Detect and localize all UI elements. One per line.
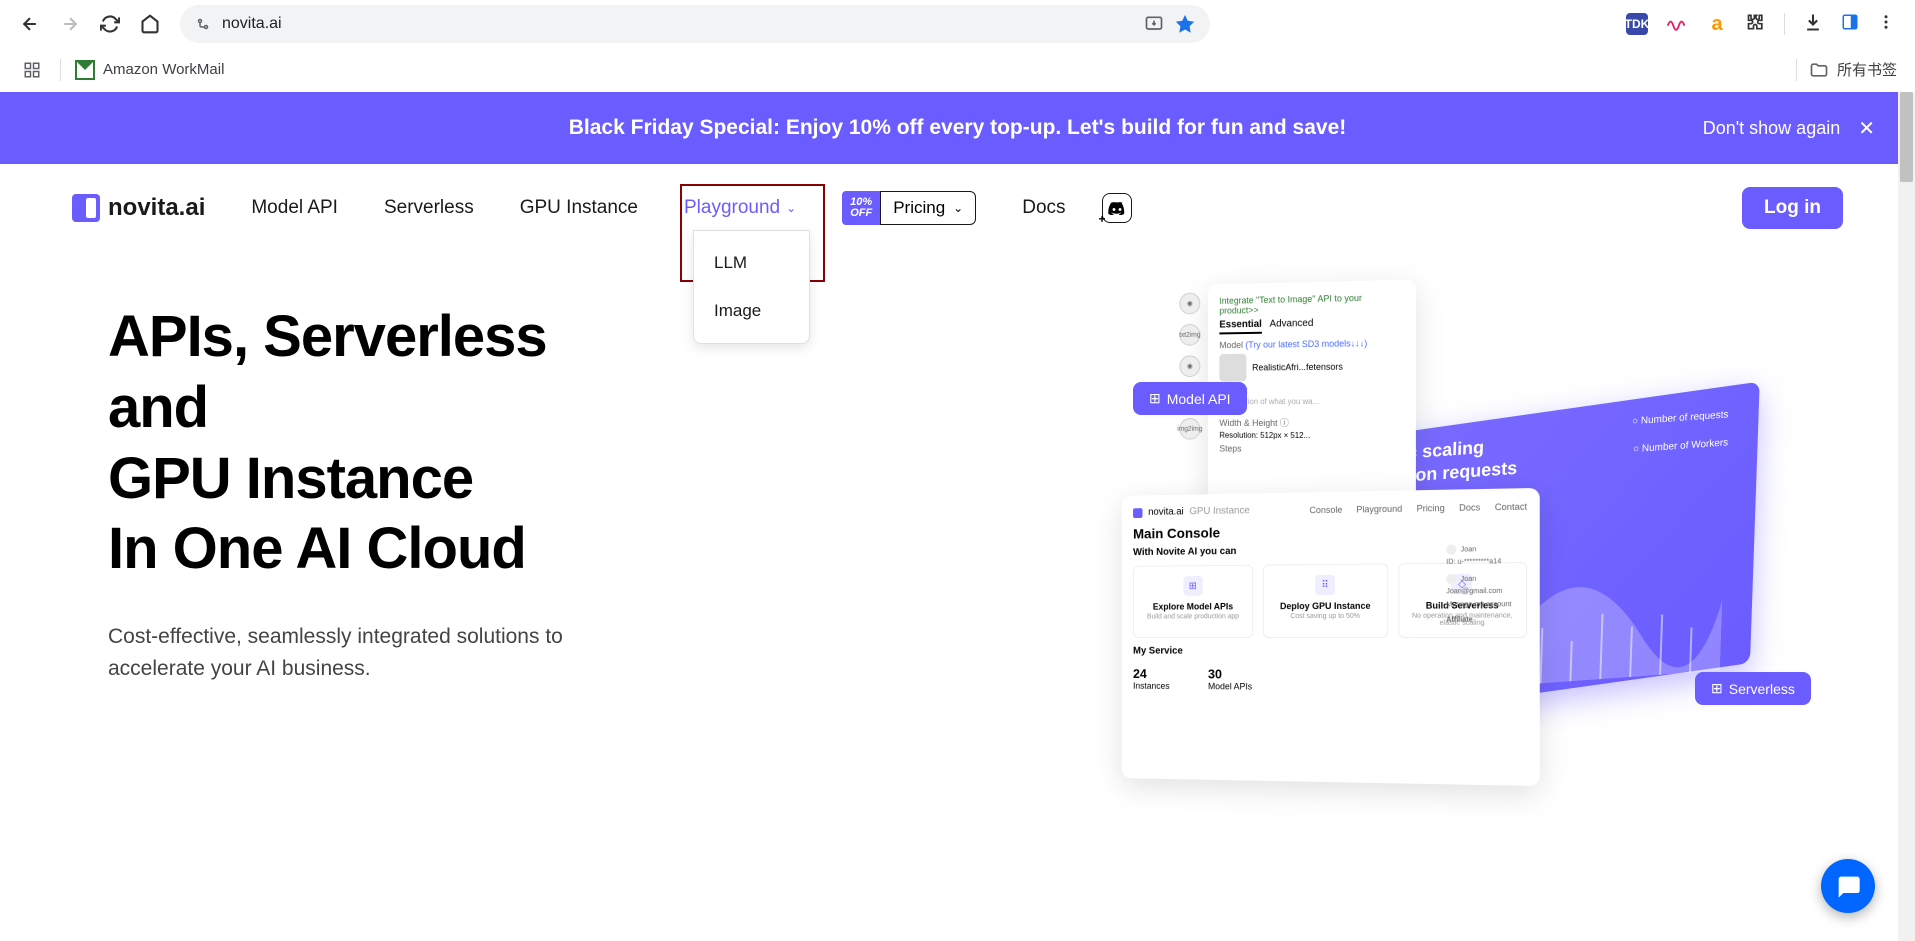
all-bookmarks-label: 所有书签 — [1837, 59, 1897, 80]
scrollbar[interactable] — [1898, 92, 1915, 941]
folder-icon — [1809, 60, 1829, 80]
avatar-icon — [1446, 574, 1456, 584]
side-dot-icon: ◉ — [1179, 293, 1200, 315]
nav-playground[interactable]: Playground ⌄ — [684, 197, 796, 219]
playground-dropdown: LLM Image — [693, 230, 810, 344]
pricing-label: Pricing — [893, 198, 945, 218]
console-card: novita.ai GPU Instance Console Playgroun… — [1122, 488, 1540, 786]
nav-docs[interactable]: Docs — [1022, 197, 1065, 219]
ext-a[interactable]: a — [1706, 13, 1728, 35]
user-panel: Joan ID: u-*********a14 Joan Joan@gmail.… — [1446, 539, 1529, 623]
close-icon[interactable]: ✕ — [1858, 116, 1875, 141]
apps-grid-icon[interactable] — [18, 56, 46, 84]
serverless-chip: ⊞ Serverless — [1695, 672, 1811, 705]
extensions-row: TDK a — [1626, 11, 1903, 38]
menu-dots-icon[interactable] — [1877, 13, 1895, 36]
chevron-down-icon: ⌄ — [786, 201, 796, 215]
ext-tdk[interactable]: TDK — [1626, 13, 1648, 35]
home-button[interactable] — [132, 6, 168, 42]
divider — [60, 59, 61, 81]
download-icon[interactable] — [1803, 12, 1823, 37]
model-api-chip: ⊞ Model API — [1133, 382, 1247, 415]
nav-gpu-instance[interactable]: GPU Instance — [520, 197, 638, 219]
divider — [1796, 59, 1797, 81]
nav-pricing[interactable]: 10% OFF Pricing ⌄ — [842, 191, 976, 225]
forward-button[interactable] — [52, 6, 88, 42]
address-bar[interactable]: novita.ai — [180, 5, 1210, 43]
grid-icon: ⊞ — [1149, 390, 1161, 407]
logo-icon — [72, 194, 100, 222]
bookmark-label: Amazon WorkMail — [103, 61, 224, 78]
logo[interactable]: novita.ai — [72, 194, 205, 222]
cell-icon: ⊞ — [1183, 576, 1202, 596]
hero-illustration: Elastic scaling based on requests During… — [1075, 282, 1875, 842]
scrollbar-thumb[interactable] — [1900, 92, 1913, 182]
site-nav: novita.ai Model API Serverless GPU Insta… — [0, 164, 1915, 252]
chat-icon — [1834, 872, 1862, 900]
discord-button[interactable] — [1102, 193, 1132, 223]
nav-playground-label: Playground — [684, 197, 780, 219]
chevron-down-icon: ⌄ — [953, 201, 963, 215]
chat-fab[interactable] — [1821, 859, 1875, 913]
grid-icon: ⊞ — [1711, 680, 1723, 697]
dropdown-item-image[interactable]: Image — [694, 287, 809, 335]
extensions-puzzle-icon[interactable] — [1746, 12, 1766, 37]
promo-text: Black Friday Special: Enjoy 10% off ever… — [569, 116, 1347, 140]
dropdown-item-llm[interactable]: LLM — [694, 239, 809, 287]
login-button[interactable]: Log in — [1742, 187, 1843, 229]
logo-icon — [1133, 508, 1142, 518]
nav-model-api[interactable]: Model API — [251, 197, 338, 219]
install-icon[interactable] — [1144, 14, 1164, 34]
bookmark-bar: Amazon WorkMail 所有书签 — [0, 48, 1915, 92]
mail-icon — [75, 60, 95, 80]
promo-banner: Black Friday Special: Enjoy 10% off ever… — [0, 92, 1915, 164]
back-button[interactable] — [12, 6, 48, 42]
all-bookmarks[interactable]: 所有书签 — [1809, 59, 1897, 80]
bookmark-star-icon[interactable] — [1174, 13, 1196, 35]
discount-badge: 10% OFF — [842, 191, 880, 225]
divider — [1784, 13, 1785, 35]
side-dot-icon: ◉ — [1179, 355, 1200, 377]
side-dot-icon: img2img — [1179, 418, 1200, 440]
ext-wave[interactable] — [1666, 11, 1688, 38]
side-panel-icon[interactable] — [1841, 13, 1859, 36]
side-dot-icon: txt2img — [1179, 324, 1200, 346]
bookmark-workmail[interactable]: Amazon WorkMail — [75, 60, 224, 80]
url-text: novita.ai — [222, 15, 1134, 33]
hero-subtitle: Cost-effective, seamlessly integrated so… — [108, 621, 608, 684]
logo-text: novita.ai — [108, 194, 205, 222]
nav-serverless[interactable]: Serverless — [384, 197, 474, 219]
reload-button[interactable] — [92, 6, 128, 42]
cell-icon: ⠿ — [1315, 575, 1335, 595]
site-info-icon[interactable] — [194, 15, 212, 33]
avatar-icon — [1446, 544, 1456, 554]
page-viewport: Black Friday Special: Enjoy 10% off ever… — [0, 92, 1915, 941]
browser-toolbar: novita.ai TDK a — [0, 0, 1915, 48]
promo-dismiss[interactable]: Don't show again — [1703, 118, 1841, 139]
thumbnail-icon — [1219, 354, 1246, 382]
